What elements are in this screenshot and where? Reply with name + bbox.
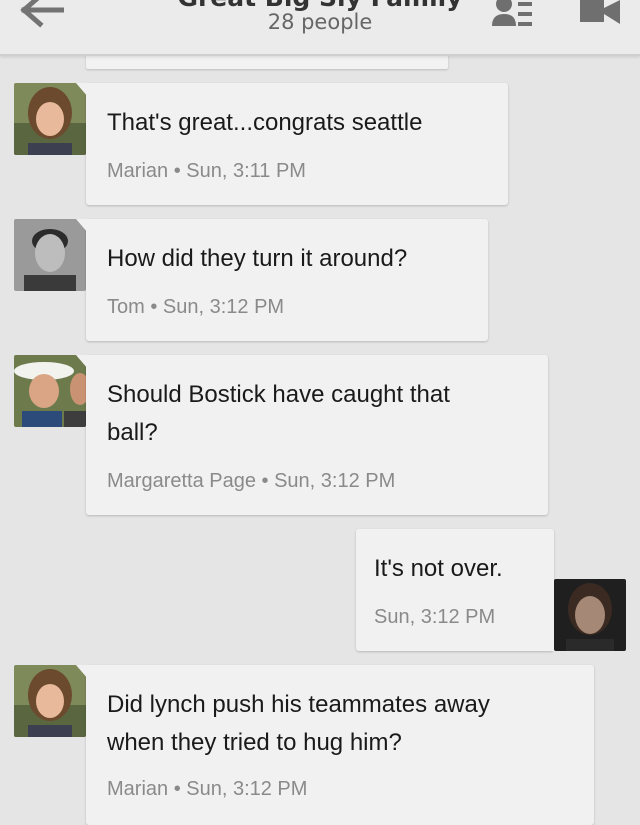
- video-call-button[interactable]: [578, 0, 624, 30]
- message-text-line2: ball?: [107, 419, 158, 446]
- app-bar: Great Big Sly Family 28 people: [0, 0, 640, 56]
- message-row: How did they turn it around? Tom • Sun, …: [0, 219, 640, 341]
- message-row: Should Bostick have caught that ball? Ma…: [0, 355, 640, 515]
- videocam-icon: [580, 0, 620, 24]
- back-button[interactable]: [18, 0, 64, 30]
- message-text-line1: Should Bostick have caught that: [107, 381, 450, 408]
- message-text-line1: Did lynch push his teammates away: [107, 691, 490, 718]
- participant-count: 28 people: [267, 10, 373, 34]
- message-bubble[interactable]: Should Bostick have caught that ball? Ma…: [76, 355, 548, 515]
- message-bubble[interactable]: Did lynch push his teammates away when t…: [76, 665, 594, 825]
- message-meta: Marian • Sun, 3:11 PM: [107, 160, 306, 182]
- message-text: How did they turn it around?: [107, 245, 408, 272]
- message-meta: Marian • Sun, 3:12 PM: [107, 778, 308, 800]
- message-row-own: It's not over. Sun, 3:12 PM: [0, 529, 640, 651]
- message-bubble[interactable]: That's great...congrats seattle Marian •…: [76, 83, 508, 205]
- message-text: It's not over.: [374, 555, 503, 582]
- message-meta: Margaretta Page • Sun, 3:12 PM: [107, 470, 396, 492]
- message-row: That's great...congrats seattle Marian •…: [0, 83, 640, 205]
- message-row: Did lynch push his teammates away when t…: [0, 665, 640, 825]
- message-text: That's great...congrats seattle: [107, 109, 423, 136]
- message-meta: Sun, 3:12 PM: [374, 606, 496, 628]
- message-meta: Tom • Sun, 3:12 PM: [107, 296, 285, 318]
- message-bubble[interactable]: How did they turn it around? Tom • Sun, …: [76, 219, 488, 341]
- message-text-line2: when they tried to hug him?: [107, 729, 402, 756]
- people-list-icon: [492, 0, 532, 26]
- arrow-left-icon: [20, 0, 64, 28]
- message-bubble-own[interactable]: It's not over. Sun, 3:12 PM: [356, 529, 564, 651]
- avatar-self[interactable]: [554, 579, 626, 651]
- people-button[interactable]: [490, 0, 536, 30]
